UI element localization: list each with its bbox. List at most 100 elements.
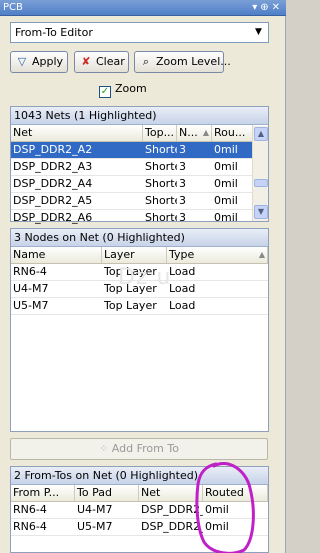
sort-ascending-icon: ▲ [202, 128, 209, 137]
nets-col-net[interactable]: Net [11, 125, 143, 141]
node-row-cell: Load [169, 299, 196, 312]
net-row-cell: 0mil [214, 160, 238, 173]
add-from-to-button[interactable]: ⁘ Add From To [10, 438, 268, 460]
node-row[interactable]: U5-M7 Top Layer Load [11, 298, 268, 315]
from-to-row[interactable]: RN6-4 U5-M7 DSP_DDR2_ 0mil [11, 519, 268, 536]
net-row-cell: 3 [179, 143, 186, 156]
nets-header: 1043 Nets (1 Highlighted) [11, 107, 268, 125]
from-tos-list: RN6-4 U4-M7 DSP_DDR2_ 0mil RN6-4 U5-M7 DSP_DDR… [11, 502, 268, 536]
from-to-row-cell: DSP_DDR2_ [141, 503, 203, 516]
net-row-cell: 0mil [214, 211, 238, 224]
magnifier-icon: ⌕ [142, 55, 150, 68]
nets-list: DSP_DDR2_A2Shorte30milDSP_DDR2_A3Shorte3… [11, 142, 253, 227]
nodes-col-type[interactable]: Type ▲ [167, 247, 268, 263]
zoom-label: Zoom [115, 82, 147, 95]
node-row-cell: Top Layer [104, 299, 157, 312]
nets-panel: 1043 Nets (1 Highlighted) Net Top... N..… [10, 106, 269, 227]
net-row-cell: 3 [179, 160, 186, 173]
net-row[interactable]: DSP_DDR2_A5 Shorte3 0mil [11, 193, 253, 210]
net-row-cell: 0mil [214, 143, 238, 156]
nodes-col-layer[interactable]: Layer [102, 247, 167, 263]
nodes-header: 3 Nodes on Net (0 Highlighted) [11, 229, 268, 247]
from-tos-col-from-pad[interactable]: From P... [11, 485, 75, 501]
net-row-cell: Shorte [145, 160, 177, 173]
window-titlebar: PCB ▾⊕✕ [0, 0, 286, 16]
node-row-cell: Load [169, 265, 196, 278]
net-row[interactable]: DSP_DDR2_A4 Shorte3 0mil [11, 176, 253, 193]
net-row-cell: Shorte [145, 194, 177, 207]
from-tos-col-routed[interactable]: Routed [203, 485, 268, 501]
window-title: PCB [3, 2, 23, 13]
from-to-row-cell: U4-M7 [77, 503, 113, 516]
net-row[interactable]: DSP_DDR2_A6 Shorte3 0mil [11, 210, 253, 227]
editor-mode-value: From-To Editor [15, 26, 93, 39]
nets-col-nodes-label: N... [179, 126, 198, 139]
pin-icon[interactable]: ⊕ [260, 2, 271, 13]
from-to-row-cell: 0mil [205, 520, 229, 533]
from-tos-panel: 2 From-Tos on Net (0 Highlighted) From P… [10, 466, 269, 553]
editor-mode-select[interactable]: From-To Editor ▼ [10, 22, 269, 43]
net-row-cell: 3 [179, 177, 186, 190]
apply-button[interactable]: ▽ Apply [10, 51, 68, 73]
scroll-down-icon[interactable]: ▼ [254, 205, 268, 219]
filter-icon: ▽ [17, 55, 27, 68]
from-tos-header: 2 From-Tos on Net (0 Highlighted) [11, 467, 268, 485]
net-row-cell: Shorte [145, 143, 177, 156]
nets-col-routed[interactable]: Rou... [212, 125, 253, 141]
net-row-cell: DSP_DDR2_A4 [13, 177, 93, 190]
dropdown-arrow-icon[interactable]: ▾ [252, 2, 260, 13]
node-row-cell: Top Layer [104, 282, 157, 295]
nets-column-headers: Net Top... N... ▲ Rou... [11, 125, 253, 142]
chevron-down-icon[interactable]: ▼ [250, 24, 267, 41]
net-row-cell: 0mil [214, 194, 238, 207]
net-row-cell: Shorte [145, 211, 177, 224]
node-row-cell: RN6-4 [13, 265, 47, 278]
clear-label: Clear [96, 55, 125, 68]
nets-col-topology[interactable]: Top... [143, 125, 177, 141]
nodes-col-name[interactable]: Name [11, 247, 102, 263]
net-row-cell: Shorte [145, 177, 177, 190]
add-from-to-icon: ⁘ [99, 442, 109, 455]
net-row-cell: DSP_DDR2_A3 [13, 160, 93, 173]
sort-ascending-icon: ▲ [258, 250, 265, 259]
nets-scrollbar[interactable]: ▲ ▼ [252, 126, 268, 221]
from-to-row[interactable]: RN6-4 U4-M7 DSP_DDR2_ 0mil [11, 502, 268, 519]
from-to-row-cell: RN6-4 [13, 520, 47, 533]
from-to-row-cell: RN6-4 [13, 503, 47, 516]
zoom-level-button[interactable]: ⌕ Zoom Level... [134, 51, 231, 73]
nodes-panel: 3 Nodes on Net (0 Highlighted) Name Laye… [10, 228, 269, 432]
from-to-row-cell: DSP_DDR2_ [141, 520, 203, 533]
checkbox-checked-icon[interactable]: ✓ [99, 86, 111, 98]
net-row-cell: 3 [179, 194, 186, 207]
node-row-cell: U5-M7 [13, 299, 49, 312]
net-row-cell: DSP_DDR2_A5 [13, 194, 93, 207]
scroll-thumb[interactable] [254, 179, 268, 187]
nodes-column-headers: Name Layer Type ▲ [11, 247, 268, 264]
zoom-checkbox[interactable]: ✓ Zoom [99, 82, 147, 98]
from-to-row-cell: U5-M7 [77, 520, 113, 533]
node-row[interactable]: U4-M7 Top Layer Load [11, 281, 268, 298]
from-tos-column-headers: From P... To Pad Net Routed [11, 485, 268, 502]
apply-label: Apply [32, 55, 64, 68]
clear-icon: ✘ [81, 55, 91, 68]
node-row-cell: Top Layer [104, 265, 157, 278]
close-icon[interactable]: ✕ [272, 2, 283, 13]
nets-col-nodes[interactable]: N... ▲ [177, 125, 212, 141]
zoom-level-label: Zoom Level... [156, 55, 231, 68]
net-row[interactable]: DSP_DDR2_A3 Shorte3 0mil [11, 159, 253, 176]
clear-button[interactable]: ✘ Clear [74, 51, 129, 73]
scroll-up-icon[interactable]: ▲ [254, 127, 268, 141]
add-from-to-label: Add From To [111, 442, 179, 455]
net-row-cell: DSP_DDR2_A2 [13, 143, 93, 156]
node-row-cell: Load [169, 282, 196, 295]
from-tos-col-to-pad[interactable]: To Pad [75, 485, 139, 501]
net-row-cell: 3 [179, 211, 186, 224]
node-row[interactable]: RN6-4 Top Layer Load [11, 264, 268, 281]
net-row-cell: 0mil [214, 177, 238, 190]
from-to-row-cell: 0mil [205, 503, 229, 516]
titlebar-controls[interactable]: ▾⊕✕ [252, 0, 283, 16]
from-tos-col-net[interactable]: Net [139, 485, 203, 501]
net-row[interactable]: DSP_DDR2_A2 Shorte3 0mil [11, 142, 253, 159]
nodes-col-type-label: Type [169, 248, 195, 261]
node-row-cell: U4-M7 [13, 282, 49, 295]
